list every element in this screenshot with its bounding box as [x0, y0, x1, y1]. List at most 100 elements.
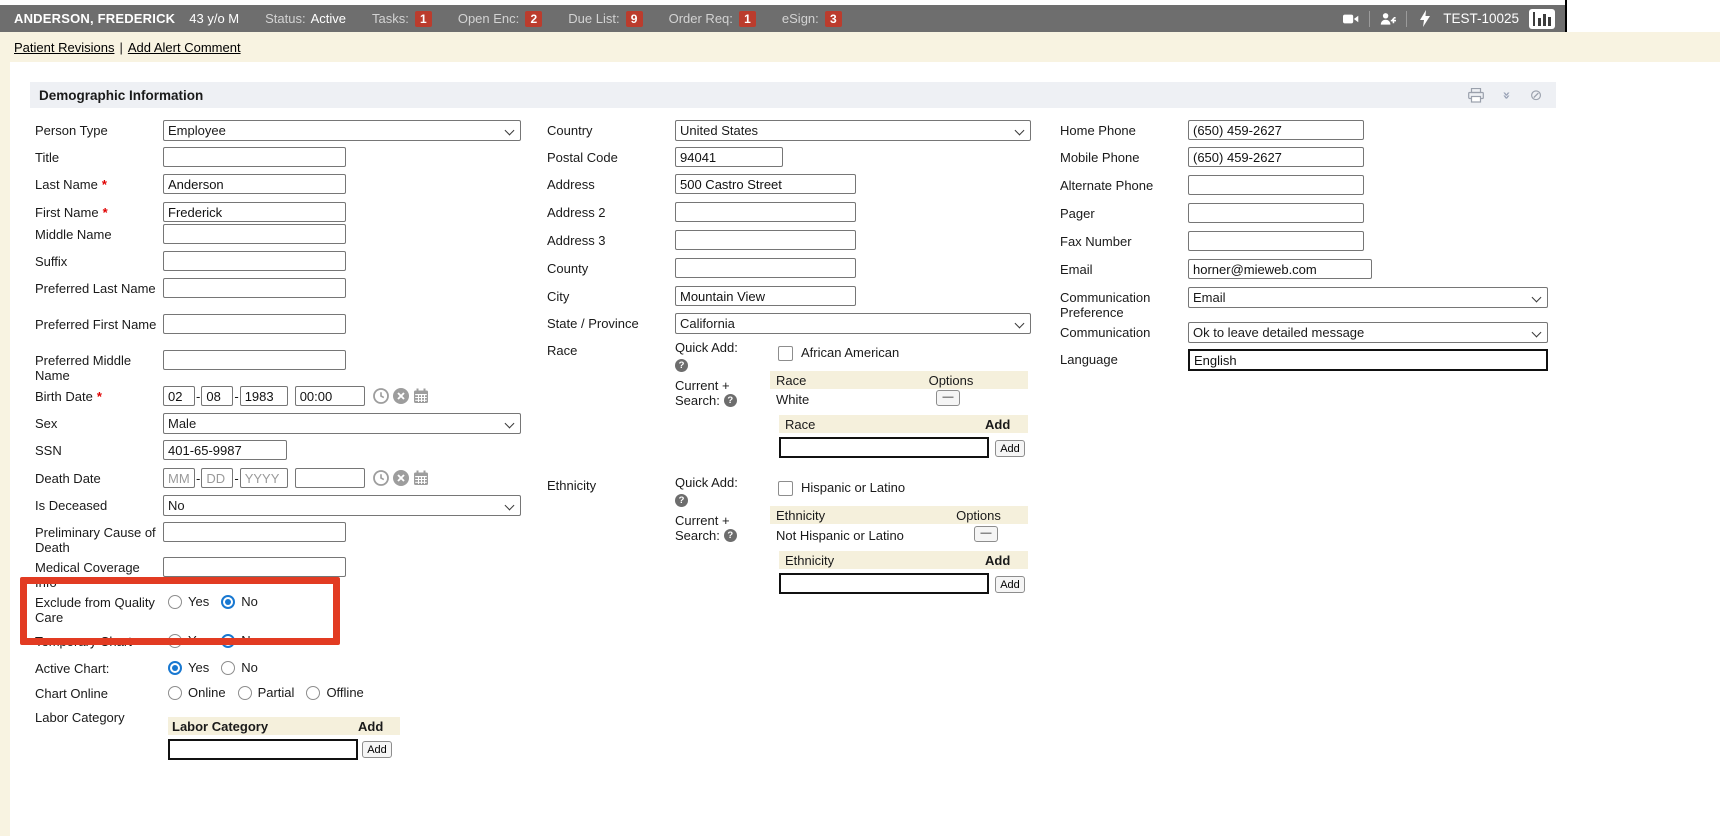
ethnicity-row: Ethnicity Quick Add: ? Current + Search:… — [547, 475, 775, 543]
active-chart-yes-radio[interactable] — [168, 661, 182, 675]
clock-icon[interactable] — [373, 470, 389, 489]
collapse-double-chevron-icon[interactable]: » — [1498, 87, 1514, 103]
person-type-select[interactable]: Employee — [163, 120, 521, 141]
due-list-badge[interactable]: 9 — [626, 11, 643, 27]
ethnicity-quick-add-label: Quick Add: — [675, 475, 775, 490]
chart-online-offline-radio[interactable] — [306, 686, 320, 700]
mobile-phone-row: Mobile Phone — [1060, 147, 1364, 167]
birth-day-input[interactable] — [201, 386, 233, 406]
labor-category-add-button[interactable]: Add — [362, 741, 392, 758]
home-phone-input[interactable] — [1188, 120, 1364, 140]
preferred-first-input[interactable] — [163, 314, 346, 334]
popup-remnant-fill — [1699, 0, 1720, 32]
active-chart-no-radio[interactable] — [221, 661, 235, 675]
ethnicity-remove-button[interactable]: — — [974, 526, 998, 542]
order-req-badge[interactable]: 1 — [739, 11, 756, 27]
is-deceased-value: No — [168, 498, 185, 513]
help-icon[interactable]: ? — [724, 394, 737, 407]
panel-title: Demographic Information — [39, 88, 203, 103]
mobile-phone-input[interactable] — [1188, 147, 1364, 167]
lightning-icon[interactable] — [1417, 11, 1433, 27]
race-options-table-header: Race Options — [770, 371, 1028, 389]
temporary-chart-yes-radio[interactable] — [168, 634, 182, 648]
bar-chart-icon[interactable] — [1529, 9, 1555, 29]
video-camera-icon[interactable] — [1343, 11, 1359, 27]
labor-category-input[interactable] — [168, 739, 358, 760]
add-user-icon[interactable] — [1380, 11, 1396, 27]
add-alert-comment-link[interactable]: Add Alert Comment — [128, 40, 241, 55]
chart-online-online-radio[interactable] — [168, 686, 182, 700]
race-add-button[interactable]: Add — [995, 440, 1025, 457]
required-marker: * — [97, 389, 102, 404]
preferred-first-label: Preferred First Name — [35, 317, 156, 332]
help-icon[interactable]: ? — [675, 359, 688, 372]
ethnicity-add-button[interactable]: Add — [995, 576, 1025, 593]
tasks-badge[interactable]: 1 — [415, 11, 432, 27]
middle-name-input[interactable] — [163, 224, 346, 244]
sex-select[interactable]: Male — [163, 413, 521, 434]
address3-label: Address 3 — [547, 233, 606, 248]
esign-badge[interactable]: 3 — [825, 11, 842, 27]
state-select[interactable]: California — [675, 313, 1031, 334]
preliminary-cause-input[interactable] — [163, 522, 346, 542]
city-input[interactable] — [675, 286, 856, 306]
birth-year-input[interactable] — [240, 386, 288, 406]
death-year-input[interactable] — [240, 468, 288, 488]
clock-icon[interactable] — [373, 388, 389, 407]
is-deceased-select[interactable]: No — [163, 495, 521, 516]
calendar-icon[interactable] — [413, 470, 429, 489]
race-remove-button[interactable]: — — [936, 390, 960, 406]
address-input[interactable] — [675, 174, 856, 194]
calendar-icon[interactable] — [413, 388, 429, 407]
communication-select[interactable]: Ok to leave detailed message — [1188, 322, 1548, 343]
clear-date-icon[interactable] — [393, 388, 409, 407]
hispanic-latino-checkbox[interactable] — [778, 481, 793, 496]
chevron-down-icon — [505, 126, 515, 136]
suffix-input[interactable] — [163, 251, 346, 271]
exclude-quality-no-radio[interactable] — [221, 595, 235, 609]
language-input[interactable] — [1188, 349, 1548, 371]
pager-input[interactable] — [1188, 203, 1364, 223]
printer-icon[interactable] — [1468, 87, 1484, 103]
exclude-quality-yes-radio[interactable] — [168, 595, 182, 609]
open-enc-badge[interactable]: 2 — [525, 11, 542, 27]
labor-category-row: Labor Category — [35, 707, 163, 725]
temporary-chart-no-radio[interactable] — [221, 634, 235, 648]
chart-online-partial-radio[interactable] — [238, 686, 252, 700]
county-input[interactable] — [675, 258, 856, 278]
fax-number-input[interactable] — [1188, 231, 1364, 251]
preferred-last-input[interactable] — [163, 278, 346, 298]
labor-category-col-header: Labor Category — [172, 719, 358, 734]
help-icon[interactable]: ? — [724, 529, 737, 542]
ethnicity-add-input[interactable] — [779, 573, 989, 594]
address2-input[interactable] — [675, 202, 856, 222]
country-select[interactable]: United States — [675, 120, 1031, 141]
title-input[interactable] — [163, 147, 346, 167]
clear-date-icon[interactable] — [393, 470, 409, 489]
comm-pref-select[interactable]: Email — [1188, 287, 1548, 308]
email-input[interactable] — [1188, 259, 1372, 279]
birth-month-input[interactable] — [163, 386, 195, 406]
patient-revisions-link[interactable]: Patient Revisions — [14, 40, 114, 55]
african-american-checkbox[interactable] — [778, 346, 793, 361]
help-icon[interactable]: ? — [675, 494, 688, 507]
address2-row: Address 2 — [547, 202, 856, 222]
race-add-input[interactable] — [779, 437, 989, 458]
death-time-input[interactable] — [295, 468, 365, 488]
disable-panel-icon[interactable]: ⊘ — [1528, 87, 1544, 103]
address3-input[interactable] — [675, 230, 856, 250]
is-deceased-row: Is Deceased No — [35, 495, 521, 516]
last-name-input[interactable] — [163, 174, 346, 194]
death-day-input[interactable] — [201, 468, 233, 488]
alternate-phone-input[interactable] — [1188, 175, 1364, 195]
tasks-label: Tasks: — [372, 11, 409, 26]
postal-code-input[interactable] — [675, 147, 783, 167]
death-month-input[interactable] — [163, 468, 195, 488]
birth-time-input[interactable] — [295, 386, 365, 406]
ssn-input[interactable] — [163, 440, 287, 460]
medical-coverage-input[interactable] — [163, 557, 346, 577]
preferred-middle-input[interactable] — [163, 350, 346, 370]
email-row: Email — [1060, 259, 1372, 279]
comm-pref-label: Communication Preference — [1060, 290, 1150, 320]
first-name-input[interactable] — [163, 202, 346, 222]
